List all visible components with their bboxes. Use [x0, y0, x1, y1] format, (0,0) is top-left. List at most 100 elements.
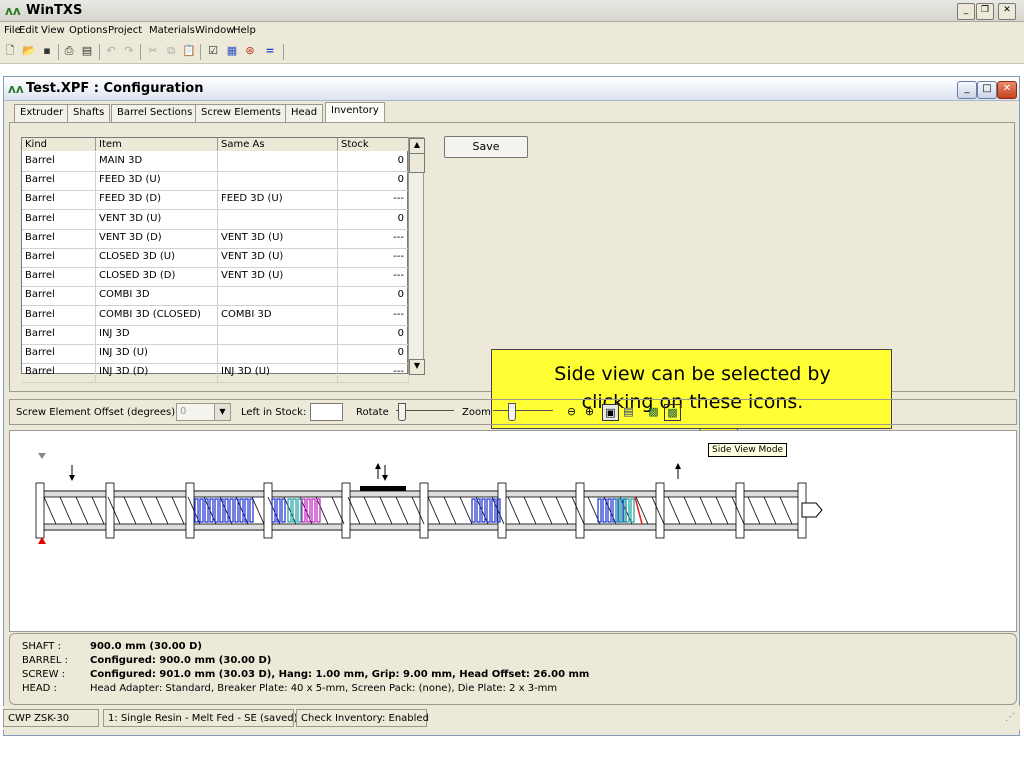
cut-icon[interactable]: ✂: [146, 44, 160, 58]
print-icon[interactable]: ⎙: [62, 44, 76, 58]
barrel-flange: [105, 482, 115, 539]
screw-flight: [667, 496, 681, 525]
menu-edit[interactable]: Edit: [19, 25, 38, 36]
callout-line-1: Side view can be selected by: [554, 363, 831, 385]
open-icon[interactable]: 📂: [22, 44, 36, 58]
head-row: HEAD : Head Adapter: Standard, Breaker Pl…: [22, 683, 557, 694]
zoom-slider-thumb[interactable]: [508, 403, 516, 421]
app-minimize-button[interactable]: _: [957, 3, 975, 20]
kneading-block: [219, 498, 224, 523]
scroll-thumb[interactable]: [409, 153, 425, 173]
table-view-icon[interactable]: ▤: [621, 404, 636, 419]
screw-flight: [171, 496, 185, 525]
zoom-slider[interactable]: [493, 401, 553, 421]
offset-select[interactable]: 0 ▼: [176, 403, 231, 421]
save-button[interactable]: Save: [444, 136, 528, 158]
table-cell: [218, 286, 338, 306]
feed-arrow: [382, 475, 388, 481]
menu-help[interactable]: Help: [233, 25, 256, 36]
table-cell: INJ 3D: [96, 324, 218, 344]
screw-flight: [715, 496, 729, 525]
table-cell: Barrel: [22, 209, 96, 229]
app-close-button[interactable]: ✕: [998, 3, 1016, 20]
screw-flight: [539, 496, 553, 525]
table-scrollbar[interactable]: ▲ ▼: [408, 137, 425, 375]
side-view-mode-icon[interactable]: ▩: [664, 404, 681, 421]
column-header-same-as[interactable]: Same As: [218, 138, 338, 151]
table-row[interactable]: Barrel INJ 3D (D) INJ 3D (U) ---: [22, 363, 409, 384]
table-cell: ---: [338, 305, 409, 325]
menu-window[interactable]: Window: [195, 25, 234, 36]
copy-icon[interactable]: ⧉: [164, 44, 178, 58]
resize-grip-icon[interactable]: ⋰: [1005, 712, 1015, 723]
shaft-key: SHAFT :: [22, 641, 61, 652]
zoom-in-icon[interactable]: ⊕: [582, 404, 597, 419]
side-view-canvas[interactable]: [9, 430, 1017, 632]
menu-materials[interactable]: Materials: [149, 25, 195, 36]
screw-flight: [555, 496, 569, 525]
undo-icon[interactable]: ↶: [104, 44, 118, 58]
table-cell: ---: [338, 267, 409, 287]
new-icon[interactable]: 🗋: [3, 44, 17, 58]
table-cell: INJ 3D (D): [96, 363, 218, 383]
table-row[interactable]: Barrel VENT 3D (D) VENT 3D (U) ---: [22, 228, 409, 249]
kneading-block: [602, 498, 607, 523]
barrel-flange: [655, 482, 665, 539]
chevron-down-icon[interactable]: ▼: [214, 404, 230, 420]
screw-flight: [779, 496, 793, 525]
configure-icon[interactable]: ▦: [225, 44, 239, 58]
table-row[interactable]: Barrel FEED 3D (D) FEED 3D (U) ---: [22, 190, 409, 211]
kneading-block: [214, 498, 219, 523]
extruder-side-view: [35, 453, 823, 544]
table-row[interactable]: Barrel COMBI 3D 0: [22, 286, 409, 307]
save-icon[interactable]: ▪: [40, 44, 54, 58]
table-row[interactable]: Barrel FEED 3D (U) 0: [22, 171, 409, 192]
table-row[interactable]: Barrel COMBI 3D (CLOSED) COMBI 3D ---: [22, 305, 409, 326]
column-header-kind[interactable]: Kind: [22, 138, 96, 151]
redo-icon[interactable]: ↷: [122, 44, 136, 58]
rotate-slider[interactable]: [396, 401, 454, 421]
kneading-block: [301, 498, 306, 523]
menu-options[interactable]: Options: [69, 25, 108, 36]
print-preview-icon[interactable]: ▤: [80, 44, 94, 58]
zoom-label: Zoom: [462, 407, 491, 418]
app-restore-button[interactable]: ❐: [976, 3, 994, 20]
child-maximize-button[interactable]: □: [977, 81, 997, 99]
column-header-stock[interactable]: Stock: [338, 138, 409, 151]
table-row[interactable]: Barrel VENT 3D (U) 0: [22, 209, 409, 230]
options-icon[interactable]: ⊛: [243, 44, 257, 58]
kneading-block: [311, 498, 316, 523]
table-cell: 0: [338, 171, 409, 191]
scroll-down-icon[interactable]: ▼: [409, 359, 425, 375]
zoom-slider-track: [493, 410, 553, 411]
cross-section-view-icon[interactable]: ▣: [602, 404, 619, 421]
properties-icon[interactable]: ☑: [206, 44, 220, 58]
screw-flight: [747, 496, 761, 525]
table-row[interactable]: Barrel MAIN 3D 0: [22, 152, 409, 172]
kneading-block: [224, 498, 229, 523]
screw-flight: [395, 496, 409, 525]
inventory-table[interactable]: Kind Item Same As Stock Barrel MAIN 3D 0 Ba…: [21, 137, 409, 384]
menu-project[interactable]: Project: [108, 25, 142, 36]
table-row[interactable]: Barrel INJ 3D 0: [22, 324, 409, 345]
rotate-slider-thumb[interactable]: [398, 403, 406, 421]
kneading-block: [287, 498, 292, 523]
column-header-item[interactable]: Item: [96, 138, 218, 151]
equals-icon[interactable]: =: [263, 44, 277, 58]
screw-flight: [155, 496, 169, 525]
menu-view[interactable]: View: [41, 25, 65, 36]
child-close-button[interactable]: ✕: [997, 81, 1017, 99]
table-row[interactable]: Barrel CLOSED 3D (U) VENT 3D (U) ---: [22, 248, 409, 268]
table-row[interactable]: Barrel CLOSED 3D (D) VENT 3D (U) ---: [22, 267, 409, 288]
table-cell: 0: [338, 344, 409, 363]
left-in-stock-field[interactable]: [310, 403, 343, 421]
kneading-block: [194, 498, 199, 523]
child-minimize-button[interactable]: _: [957, 81, 977, 99]
zoom-out-icon[interactable]: ⊖: [564, 404, 579, 419]
side-view-icon[interactable]: ▩: [646, 404, 661, 419]
scroll-up-icon[interactable]: ▲: [409, 138, 425, 154]
head-value: Head Adapter: Standard, Breaker Plate: 4…: [90, 683, 558, 694]
paste-icon[interactable]: 📋: [182, 44, 196, 58]
table-row[interactable]: Barrel INJ 3D (U) 0: [22, 344, 409, 364]
barrel-row: BARREL : Configured: 900.0 mm (30.00 D): [22, 655, 271, 666]
